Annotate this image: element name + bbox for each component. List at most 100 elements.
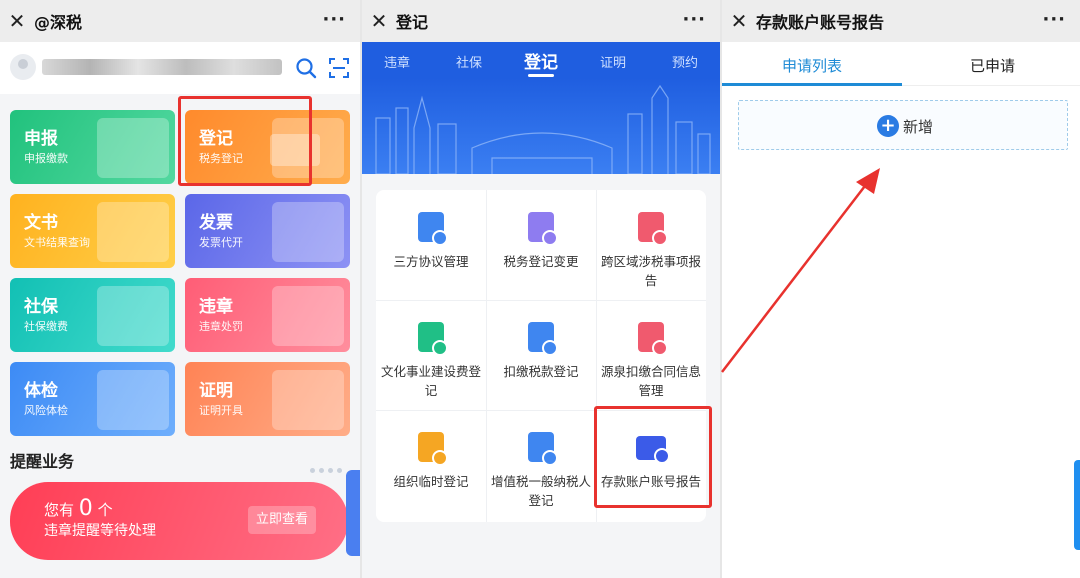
tab-violation[interactable]: 违章 [384,52,410,71]
tile-illustration [272,286,344,346]
service-label: 三方协议管理 [393,254,469,269]
document-edit-icon [528,212,558,246]
folder-clock-icon [418,432,448,466]
reminder-text: 违章提醒等待处理 [44,523,156,539]
window-title: @深税 [34,13,83,32]
titlebar: ✕ @深税 ··· [0,0,360,42]
window-title: 存款账户账号报告 [756,13,885,32]
tab-certificate[interactable]: 证明 [600,52,626,71]
service-temporary-org-registration[interactable]: 组织临时登记 [376,410,486,520]
more-icon[interactable]: ··· [1042,9,1066,30]
highlight-box-deposit-account [594,406,712,508]
service-label: 文化事业建设费登记 [380,364,481,398]
blurred-account-name [42,59,282,75]
tile-title: 申报 [24,129,58,149]
close-icon[interactable]: ✕ [722,9,756,33]
tile-illustration [97,370,169,430]
titlebar: ✕ 存款账户账号报告 ··· [722,0,1080,42]
tile-title: 证明 [199,381,233,401]
tile-illustration [272,202,344,262]
document-plus-icon [418,322,448,356]
tile-title: 社保 [24,297,58,317]
service-general-vat-taxpayer[interactable]: 增值税一般纳税人登记 [486,410,596,520]
tile-title: 违章 [199,297,233,317]
tile-title: 发票 [199,213,233,233]
tile-social-security[interactable]: 社保 社保缴费 [10,278,175,352]
tile-declare[interactable]: 申报 申报缴款 [10,110,175,184]
skyline-illustration [375,84,711,174]
tile-subtitle: 社保缴费 [24,320,68,333]
service-cross-region-report[interactable]: 跨区域涉税事项报告 [596,190,706,300]
service-source-withholding-contract[interactable]: 源泉扣缴合同信息管理 [596,300,706,410]
category-tabs: 违章 社保 登记 证明 预约 [362,42,720,78]
account-bar [0,42,360,94]
service-label: 税务登记变更 [503,254,579,269]
window-title: 登记 [396,13,429,32]
tile-checkup[interactable]: 体检 风险体检 [10,362,175,436]
avatar[interactable] [10,54,36,80]
screenshot-root: ✕ @深税 ··· 申报 申报缴款 登记 税务登记 文书 文书结果查询 发票 发… [0,0,1080,578]
tile-title: 文书 [24,213,58,233]
reminder-card[interactable]: 您有 0 个 违章提醒等待处理 立即查看 [10,482,348,560]
service-tax-registration-change[interactable]: 税务登记变更 [486,190,596,300]
highlight-box-register [178,96,312,186]
tile-certificate[interactable]: 证明 证明开具 [185,362,350,436]
titlebar: ✕ 登记 ··· [362,0,720,42]
section-title-reminders: 提醒业务 [10,452,75,471]
search-icon[interactable] [295,57,317,79]
tile-illustration [272,370,344,430]
service-label: 源泉扣缴合同信息管理 [600,364,701,398]
tile-illustration [97,202,169,262]
deposit-account-report-screen: ✕ 存款账户账号报告 ··· 申请列表 已申请 + 新增 [722,0,1080,578]
service-withholding-registration[interactable]: 扣缴税款登记 [486,300,596,410]
more-icon[interactable]: ··· [682,9,706,30]
more-icon[interactable]: ··· [322,9,346,30]
scan-icon[interactable] [328,57,350,79]
service-tripartite-agreement[interactable]: 三方协议管理 [376,190,486,300]
add-new-label: 新增 [903,118,934,136]
side-float-tab[interactable] [1074,460,1080,550]
reminder-count: 0 [78,496,93,521]
tab-applied[interactable]: 已申请 [970,55,1015,76]
service-label: 组织临时登记 [393,474,469,489]
tile-illustration [97,286,169,346]
tile-subtitle: 违章处罚 [199,320,243,333]
plus-icon: + [877,115,899,137]
tile-violation[interactable]: 违章 违章处罚 [185,278,350,352]
tab-application-list[interactable]: 申请列表 [782,55,842,76]
reminder-count-line: 您有 0 个 [44,496,113,521]
tile-title: 体检 [24,381,58,401]
service-label: 增值税一般纳税人登记 [490,474,591,508]
close-icon[interactable]: ✕ [0,9,34,33]
carousel-dots [310,458,354,473]
view-now-button[interactable]: 立即查看 [248,506,316,534]
tab-appointment[interactable]: 预约 [672,52,698,71]
service-label: 跨区域涉税事项报告 [600,254,701,288]
close-icon[interactable]: ✕ [362,9,396,33]
tile-illustration [97,118,169,178]
active-tab-indicator [528,74,554,77]
home-screen: ✕ @深税 ··· 申报 申报缴款 登记 税务登记 文书 文书结果查询 发票 发… [0,0,360,578]
tile-subtitle: 申报缴款 [24,152,68,165]
tab-register[interactable]: 登记 [524,48,558,73]
receipt-check-icon [528,322,558,356]
receipt-settings-icon [638,322,668,356]
tile-subtitle: 风险体检 [24,404,68,417]
tile-document[interactable]: 文书 文书结果查询 [10,194,175,268]
tile-subtitle: 发票代开 [199,236,243,249]
tile-subtitle: 证明开具 [199,404,243,417]
active-tab-indicator [722,83,902,86]
reminder-prefix: 您有 [44,501,75,519]
tile-subtitle: 文书结果查询 [24,236,90,249]
register-screen: ✕ 登记 ··· 违章 社保 登记 证明 预约 三方协议管理 税务登记变更 跨区… [362,0,720,578]
service-culture-fee-registration[interactable]: 文化事业建设费登记 [376,300,486,410]
tab-social-security[interactable]: 社保 [456,52,482,71]
application-tabs: 申请列表 已申请 [722,42,1080,86]
reminder-suffix: 个 [97,501,113,519]
clipboard-pulse-icon [638,212,668,246]
document-gear-icon [418,212,448,246]
add-new-button[interactable]: + 新增 [738,100,1068,150]
badge-check-icon [528,432,558,466]
side-float-tab[interactable] [346,470,360,556]
tile-invoice[interactable]: 发票 发票代开 [185,194,350,268]
